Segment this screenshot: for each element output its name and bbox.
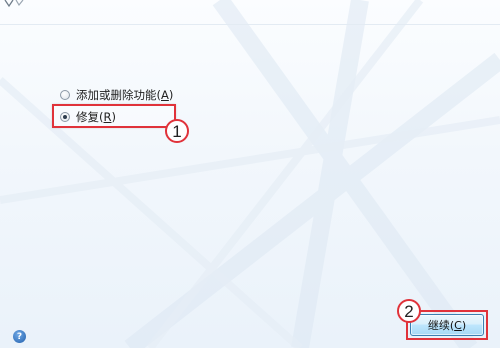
step-marker-1: 1 bbox=[165, 119, 189, 143]
step-marker-2: 2 bbox=[397, 299, 421, 323]
option-add-remove-features[interactable]: 添加或删除功能(A) bbox=[60, 87, 173, 103]
radio-repair[interactable] bbox=[60, 112, 70, 122]
option-add-remove-label: 添加或删除功能(A) bbox=[76, 88, 174, 102]
background-streaks bbox=[0, 0, 500, 348]
option-repair-label: 修复(R) bbox=[76, 110, 116, 124]
window-icon bbox=[4, 0, 24, 8]
radio-add-remove[interactable] bbox=[60, 90, 70, 100]
header-divider bbox=[0, 24, 500, 25]
setup-window: 添加或删除功能(A) 修复(R) 1 ? 继续(C) 2 bbox=[0, 0, 500, 348]
option-repair[interactable]: 修复(R) bbox=[60, 109, 116, 125]
help-icon[interactable]: ? bbox=[13, 330, 26, 343]
continue-button[interactable]: 继续(C) bbox=[410, 314, 484, 336]
